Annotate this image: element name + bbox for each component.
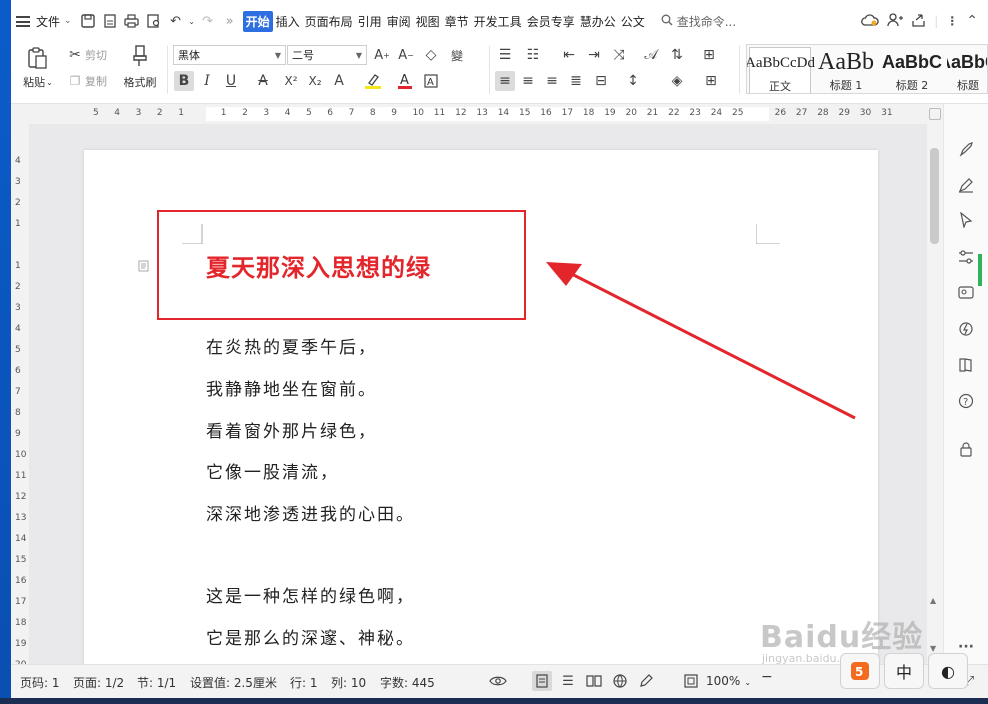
ime-toolbar: 5 中 ◐ xyxy=(840,653,968,689)
watermark-brand: Baidu经验 xyxy=(760,620,924,655)
annotation-arrow xyxy=(546,262,856,420)
ime-moon-icon[interactable]: ◐ xyxy=(928,653,968,689)
baidu-watermark: Baidu经验 jingyan.baidu.com xyxy=(760,612,924,665)
ime-chinese-mode-icon[interactable]: 中 xyxy=(884,653,924,689)
svg-text:5: 5 xyxy=(855,665,863,679)
ime-logo-icon[interactable]: 5 xyxy=(840,653,880,689)
